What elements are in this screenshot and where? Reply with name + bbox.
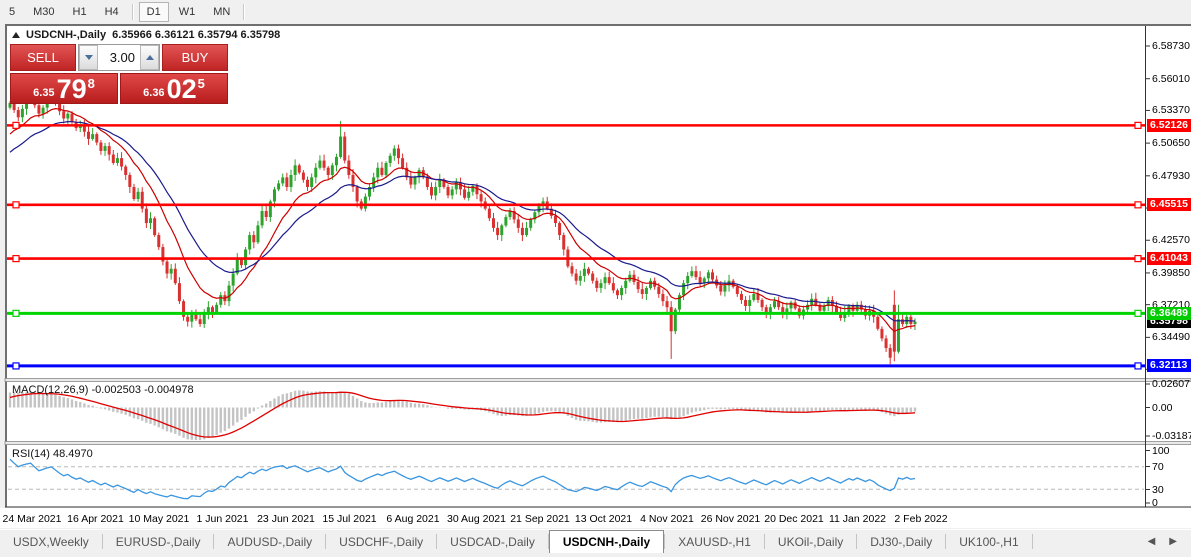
price-axis-tick: 6.47930	[1152, 169, 1190, 182]
volume-decrease-button[interactable]	[79, 45, 98, 70]
buy-button[interactable]: BUY	[162, 44, 228, 71]
mt4-window: 5 M30 H1 H4 D1 W1 MN USDCNH-,Daily 6.35966 6.3…	[0, 0, 1191, 557]
rsi-axis-tick: 0	[1152, 497, 1158, 509]
rsi-label: RSI(14) 48.4970	[12, 448, 93, 460]
date-tick-label: 26 Nov 2021	[700, 513, 761, 525]
sell-price-pip-digit: 8	[87, 76, 95, 91]
date-tick-label: 11 Jan 2022	[828, 513, 887, 525]
chart-tab-usdchfdaily[interactable]: USDCHF-,Daily	[326, 530, 436, 553]
price-axis-tick: 6.53370	[1152, 104, 1190, 117]
price-tag-6.41043: 6.41043	[1147, 252, 1191, 266]
arrow-down-icon	[84, 55, 93, 60]
chart-tab-usdcnhdaily[interactable]: USDCNH-,Daily	[548, 530, 665, 553]
date-tick-label: 6 Aug 2021	[386, 513, 440, 525]
macd-axis-tick: 0.00	[1152, 401, 1173, 414]
buy-price-pip-digit: 5	[197, 76, 205, 91]
sell-price-prefix: 6.35	[33, 87, 55, 99]
sell-button[interactable]: SELL	[10, 44, 76, 71]
price-axis-tick: 6.34490	[1152, 331, 1190, 344]
symbol-name: USDCNH-,Daily	[26, 29, 107, 41]
date-tick-label: 15 Jul 2021	[322, 513, 377, 525]
volume-increase-button[interactable]	[140, 45, 159, 70]
chart-tab-eurusddaily[interactable]: EURUSD-,Daily	[103, 530, 214, 553]
price-axis-tick: 6.42570	[1152, 234, 1190, 247]
buy-price-display[interactable]: 6.36 02 5	[120, 73, 228, 104]
date-tick-label: 30 Aug 2021	[447, 513, 506, 525]
main-price-pane[interactable]	[7, 90, 1145, 370]
chart-tab-usdcaddaily[interactable]: USDCAD-,Daily	[437, 530, 548, 553]
chart-tab-uk100h1[interactable]: UK100-,H1	[946, 530, 1031, 553]
date-tick-label: 21 Sep 2021	[510, 513, 570, 525]
date-tick-label: 24 Mar 2021	[2, 513, 62, 525]
price-tag-6.45515: 6.45515	[1147, 198, 1191, 212]
ohlc-values: 6.35966 6.36121 6.35794 6.35798	[112, 29, 281, 41]
date-tick-label: 10 May 2021	[128, 513, 190, 525]
sell-price-big-digits: 79	[56, 74, 87, 104]
price-axis-tick: 6.58730	[1152, 40, 1190, 52]
rsi-axis-tick: 100	[1152, 444, 1170, 457]
date-tick-label: 13 Oct 2021	[574, 513, 633, 525]
date-tick-label: 1 Jun 2021	[196, 513, 249, 525]
date-tick-label: 2 Feb 2022	[894, 513, 948, 525]
price-axis-tick: 6.56010	[1152, 72, 1190, 85]
chart-title: USDCNH-,Daily 6.35966 6.36121 6.35794 6.…	[12, 29, 280, 41]
price-axis-tick: 6.50650	[1152, 137, 1190, 150]
sell-price-display[interactable]: 6.35 79 8	[10, 73, 118, 104]
rsi-axis-tick: 70	[1152, 460, 1164, 473]
buy-price-big-digits: 02	[166, 74, 197, 104]
date-tick-label: 16 Apr 2021	[67, 513, 124, 525]
tab-separator	[1031, 534, 1033, 549]
volume-spinner: 3.00	[78, 44, 160, 71]
chart-tab-usdxweekly[interactable]: USDX,Weekly	[0, 530, 102, 553]
volume-input[interactable]: 3.00	[98, 45, 140, 70]
chart-tab-bar: USDX,Weekly EURUSD-,Daily AUDUSD-,Daily USD…	[0, 529, 1191, 553]
price-tag-6.52126: 6.52126	[1147, 118, 1191, 132]
date-tick-label: 4 Nov 2021	[640, 513, 694, 525]
price-axis-tick: 6.39850	[1152, 266, 1190, 279]
macd-pane[interactable]	[8, 390, 917, 440]
rsi-axis-tick: 30	[1152, 483, 1164, 496]
chart-tab-dj30daily[interactable]: DJ30-,Daily	[857, 530, 945, 553]
buy-price-prefix: 6.36	[143, 87, 165, 99]
rsi-pane[interactable]	[8, 458, 1144, 500]
tabs-scroll-left-icon[interactable]: ◀	[1148, 536, 1156, 547]
chart-tab-audusddaily[interactable]: AUDUSD-,Daily	[214, 530, 325, 553]
macd-label: MACD(12,26,9) -0.002503 -0.004978	[12, 384, 194, 396]
date-tick-label: 23 Jun 2021	[257, 513, 315, 525]
arrow-up-icon	[145, 55, 154, 60]
collapse-triangle-icon[interactable]	[12, 32, 20, 38]
macd-axis-tick: 0.02607	[1152, 378, 1190, 390]
chart-tab-ukoildaily[interactable]: UKOil-,Daily	[765, 530, 856, 553]
macd-axis-tick: -0.03187	[1152, 430, 1191, 442]
date-tick-label: 20 Dec 2021	[764, 513, 824, 525]
chart-tab-xauusdh1[interactable]: XAUUSD-,H1	[665, 530, 764, 553]
price-tag-6.32113: 6.32113	[1147, 359, 1191, 373]
tabs-scroll-right-icon[interactable]: ▶	[1169, 536, 1177, 547]
one-click-trade-panel: SELL 3.00 BUY 6.35 79 8 6.36 02 5	[10, 44, 228, 104]
price-tag-6.36489: 6.36489	[1147, 306, 1191, 320]
